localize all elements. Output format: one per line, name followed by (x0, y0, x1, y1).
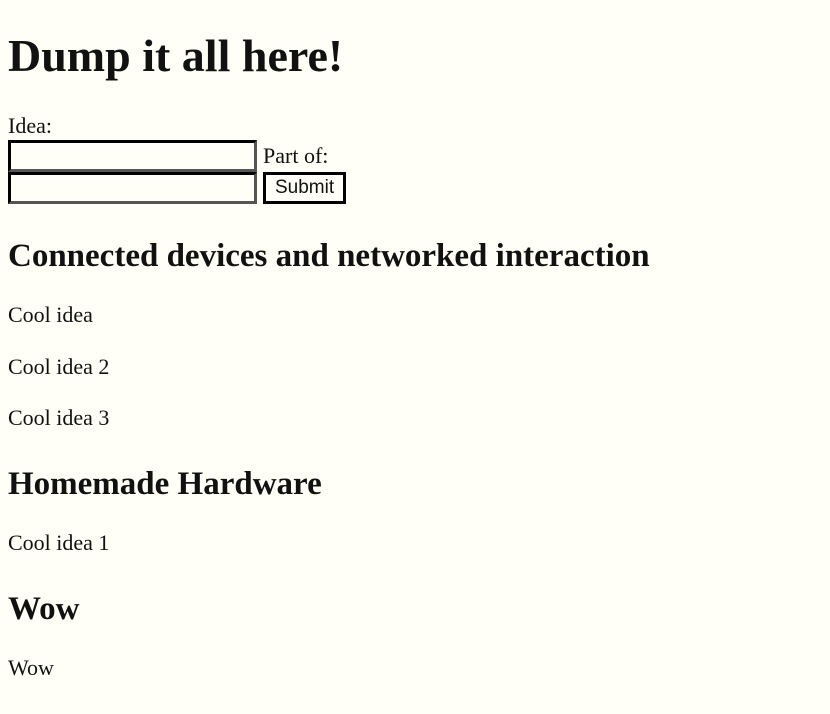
idea-form: Idea: Part of: Submit (8, 113, 822, 204)
idea-group: Connected devices and networked interact… (8, 237, 822, 432)
idea-item: Wow (8, 655, 54, 681)
idea-group: Wow Wow (8, 590, 822, 682)
idea-input[interactable] (8, 139, 257, 172)
idea-group: Homemade Hardware Cool idea 1 (8, 465, 822, 557)
group-heading: Connected devices and networked interact… (8, 237, 650, 274)
page-title: Dump it all here! (8, 30, 344, 81)
idea-item: Cool idea 3 (8, 405, 110, 431)
idea-item: Cool idea (8, 302, 93, 328)
part-of-label: Part of: (263, 142, 329, 168)
page: Dump it all here! Idea: Part of: Submit … (0, 0, 830, 682)
group-heading: Wow (8, 590, 80, 627)
idea-label: Idea: (8, 112, 52, 138)
part-of-input[interactable] (8, 171, 257, 204)
idea-item: Cool idea 2 (8, 353, 110, 379)
submit-button[interactable]: Submit (263, 171, 347, 204)
group-heading: Homemade Hardware (8, 465, 322, 502)
idea-item: Cool idea 1 (8, 530, 110, 556)
